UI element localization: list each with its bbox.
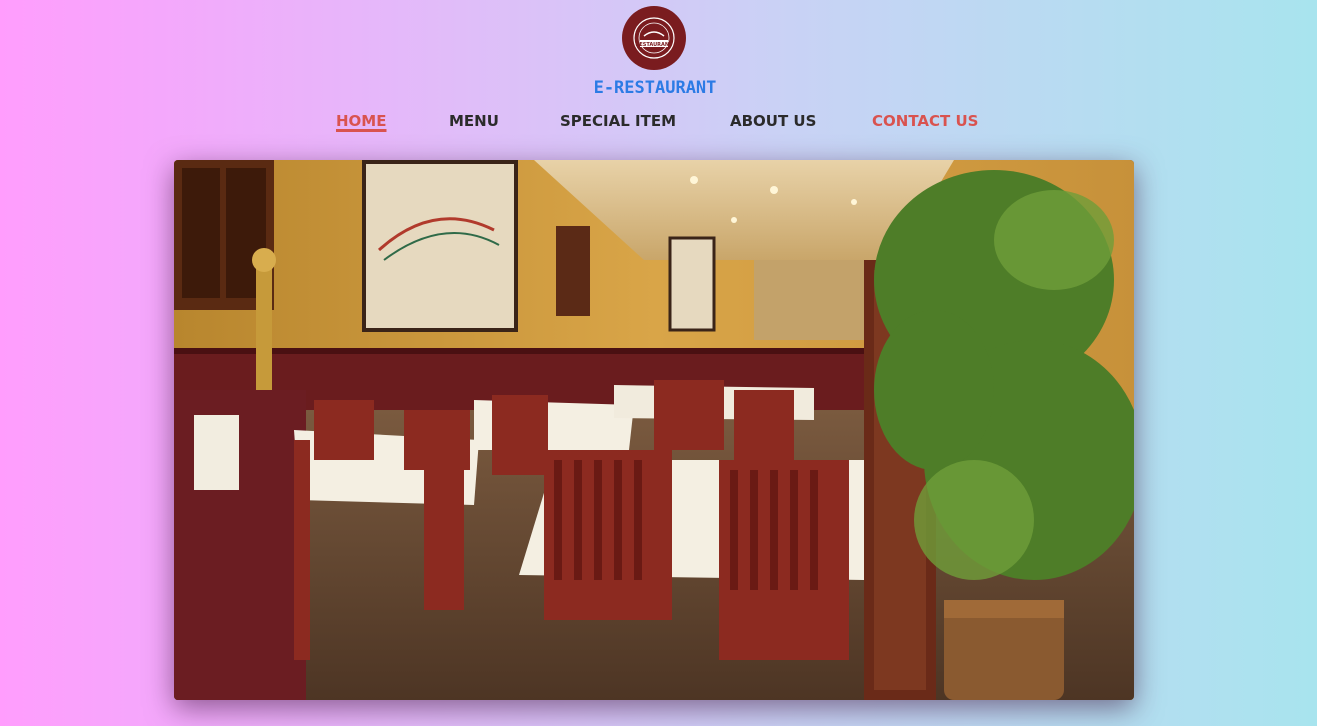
brand-name[interactable]: E-RESTAURANT bbox=[560, 78, 750, 98]
hero-image bbox=[174, 160, 1134, 700]
nav-special-item[interactable]: SPECIAL ITEM bbox=[560, 112, 676, 130]
nav-home[interactable]: HOME bbox=[336, 112, 386, 130]
nav-contact-us[interactable]: CONTACT US bbox=[872, 112, 978, 130]
svg-text:RESTAURANT: RESTAURANT bbox=[636, 42, 674, 48]
nav-about-us[interactable]: ABOUT US bbox=[730, 112, 816, 130]
main-nav: HOME MENU SPECIAL ITEM ABOUT US CONTACT … bbox=[0, 112, 1317, 136]
logo-icon[interactable]: RESTAURANT bbox=[622, 6, 686, 70]
nav-menu[interactable]: MENU bbox=[449, 112, 499, 130]
